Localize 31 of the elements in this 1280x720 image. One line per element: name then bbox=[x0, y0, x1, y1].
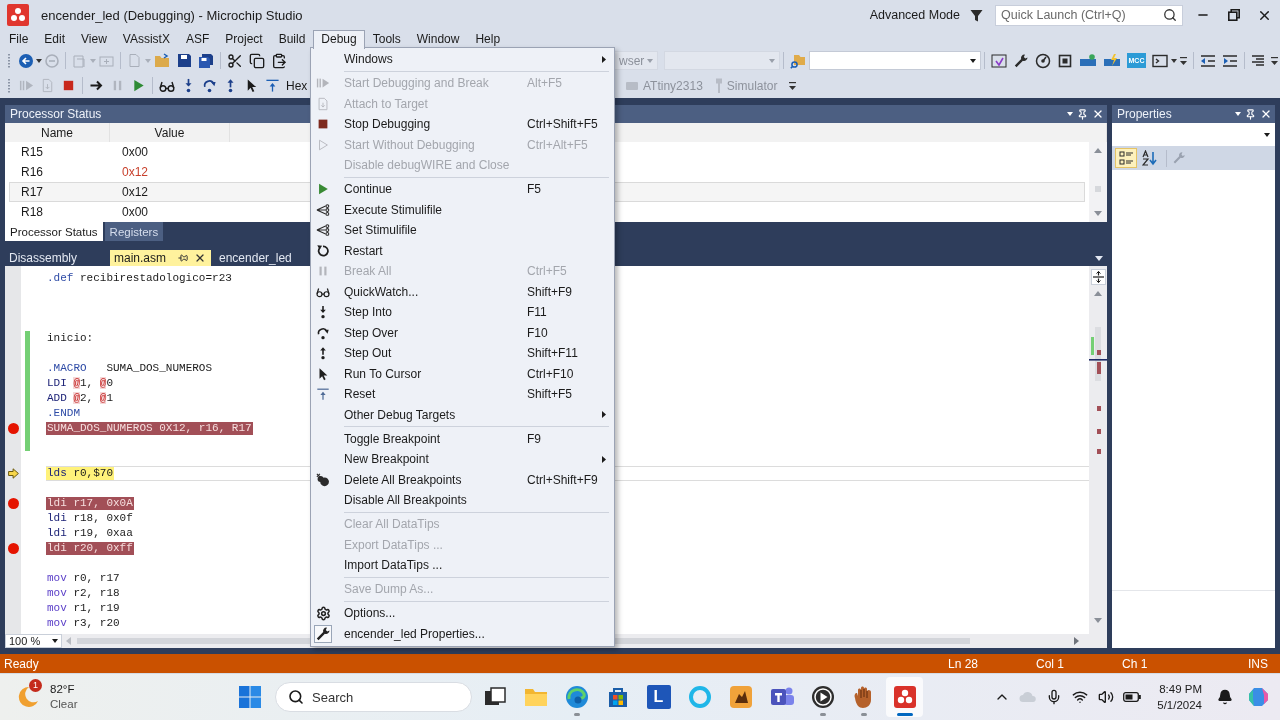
panel-title: Properties bbox=[1117, 107, 1173, 121]
line-number: Ln 28 bbox=[948, 656, 980, 671]
panel-title: Processor Status bbox=[10, 107, 103, 121]
table-cell-text: 0x12 bbox=[121, 185, 149, 199]
code-line: ldi r19, 0xaa bbox=[46, 527, 134, 540]
status-text: Ready bbox=[4, 656, 40, 671]
mode-label: Advanced Mode bbox=[869, 8, 960, 22]
window-title: encender_led (Debugging) - Microchip Studio bbox=[41, 7, 303, 23]
code-line: .def recibirestadologico=r23 bbox=[46, 272, 233, 285]
code-line: .MACRO SUMA_DOS_NUMEROS bbox=[46, 362, 214, 375]
code-line: mov r2, r18 bbox=[46, 587, 121, 600]
table-cell-text: R16 bbox=[20, 165, 44, 179]
column-number: Col 1 bbox=[1036, 656, 1065, 671]
table-cell-text: R15 bbox=[20, 145, 44, 159]
table-cell-text: 0x12 bbox=[121, 165, 149, 179]
code-line: mov r3, r20 bbox=[46, 617, 121, 630]
table-cell-text: 0x00 bbox=[121, 205, 149, 219]
table-cell-text: R18 bbox=[20, 205, 44, 219]
code-line: LDI @1, @0 bbox=[46, 377, 115, 390]
letter-tile: L bbox=[646, 685, 671, 709]
table-cell-text: 0x00 bbox=[121, 145, 149, 159]
code-line: mov r1, r19 bbox=[46, 602, 121, 615]
code-line: .ENDM bbox=[46, 407, 81, 420]
code-line: ldi r18, 0x0f bbox=[46, 512, 134, 525]
code-line: mov r0, r17 bbox=[46, 572, 121, 585]
table-cell-text: R17 bbox=[20, 185, 44, 199]
char-number: Ch 1 bbox=[1122, 656, 1149, 671]
notification-badge: 1 bbox=[29, 679, 42, 692]
insert-mode: INS bbox=[1248, 656, 1269, 671]
code-line: inicio: bbox=[46, 332, 95, 345]
code-line: ADD @2, @1 bbox=[46, 392, 115, 405]
